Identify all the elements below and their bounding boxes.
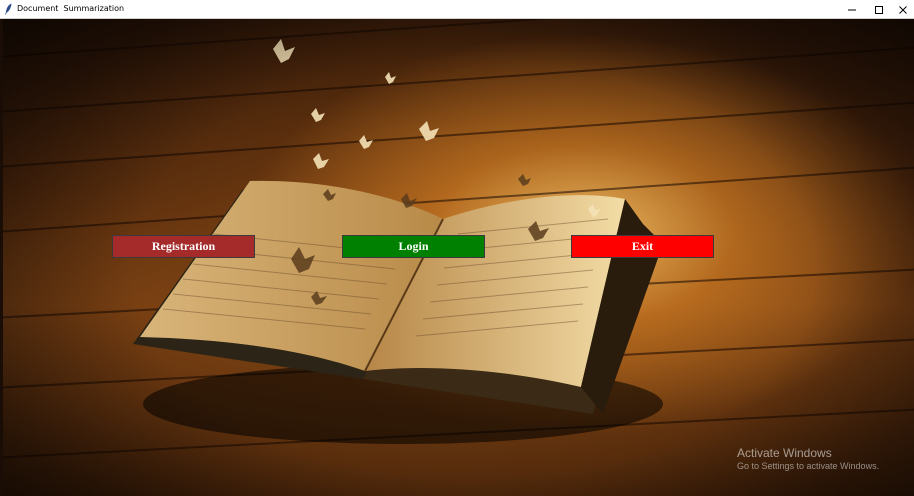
exit-button[interactable]: Exit — [571, 235, 714, 258]
window-title: Document Summarization — [17, 4, 125, 13]
maximize-button[interactable] — [866, 0, 892, 19]
activate-windows-watermark-subtitle: Go to Settings to activate Windows. — [737, 461, 880, 471]
title-bar: Document Summarization — [0, 0, 914, 19]
close-button[interactable] — [890, 0, 914, 19]
activate-windows-watermark-title: Activate Windows — [737, 446, 832, 460]
close-icon — [899, 5, 907, 14]
minimize-icon — [848, 9, 856, 10]
minimize-button[interactable] — [839, 0, 865, 19]
maximize-icon — [875, 5, 883, 14]
login-button[interactable]: Login — [342, 235, 485, 258]
registration-button[interactable]: Registration — [112, 235, 255, 258]
feather-app-icon — [5, 3, 12, 15]
